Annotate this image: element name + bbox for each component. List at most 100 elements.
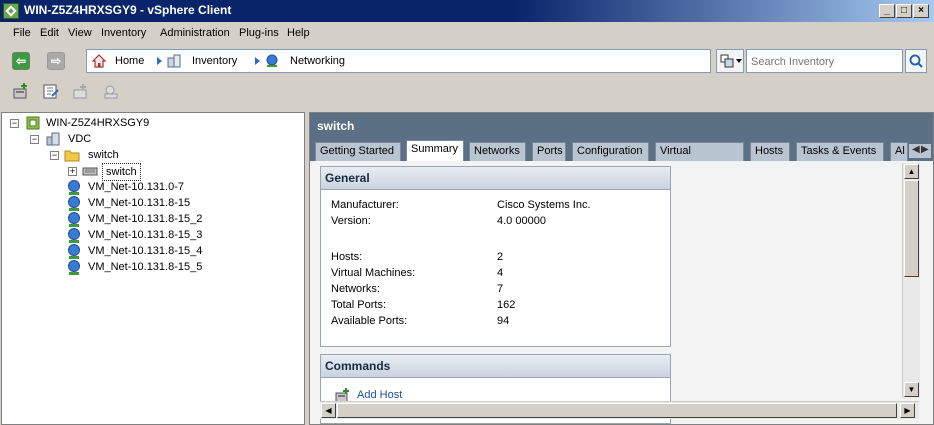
- networking-icon: [265, 54, 279, 68]
- available-ports-label: Available Ports:: [331, 315, 408, 327]
- menu-bar: File Edit View Inventory Administration …: [0, 22, 934, 44]
- tab-ports[interactable]: Ports: [532, 142, 566, 161]
- hosts-label: Hosts:: [331, 251, 363, 263]
- detail-title: switch: [317, 119, 355, 133]
- version-value: 4.0 00000: [497, 215, 546, 227]
- tree-label-network: VM_Net-10.131.8-15_2: [88, 213, 203, 225]
- network-icon: [68, 244, 80, 259]
- total-ports-value: 162: [497, 299, 516, 311]
- remove-disabled-icon: [104, 85, 118, 99]
- tree-label-network: VM_Net-10.131.8-15_5: [88, 261, 203, 273]
- tab-virtual-machines[interactable]: Virtual Machines: [655, 142, 744, 174]
- general-panel: General Manufacturer: Cisco Systems Inc.…: [320, 166, 671, 347]
- tab-scroll-arrows[interactable]: ◀ ▶: [909, 144, 931, 158]
- inventory-scope-icon: [720, 54, 734, 68]
- search-scope-dropdown[interactable]: [716, 49, 744, 73]
- minimize-button[interactable]: _: [879, 4, 895, 18]
- virtual-machines-label: Virtual Machines:: [331, 267, 416, 279]
- distributed-switch-icon: [82, 165, 98, 179]
- network-icon: [68, 180, 80, 195]
- tree-label-datacenter: VDC: [68, 133, 92, 145]
- tree-label-root: WIN-Z5Z4HRXSGY9: [46, 117, 150, 129]
- tree-label-network: VM_Net-10.131.8-15_3: [88, 229, 203, 241]
- scroll-left-icon[interactable]: ◀: [321, 403, 336, 418]
- detail-panel: switch Getting Started Summary Networks …: [309, 112, 934, 425]
- inventory-tree: − WIN-Z5Z4HRXSGY9 − VDC − switch + switc…: [1, 112, 305, 425]
- add-host-icon: [13, 83, 27, 99]
- scroll-up-icon[interactable]: ▲: [904, 164, 919, 179]
- home-icon: [91, 54, 107, 68]
- menu-inventory[interactable]: Inventory: [101, 27, 146, 39]
- edit-settings-toolbar-button[interactable]: [42, 82, 60, 100]
- search-button[interactable]: [905, 49, 927, 73]
- maximize-button[interactable]: □: [896, 4, 912, 18]
- breadcrumb: Home Inventory Networking: [86, 49, 711, 73]
- breadcrumb-arrow-icon: [255, 57, 260, 65]
- add-host-toolbar-button[interactable]: [12, 82, 30, 100]
- search-input[interactable]: [749, 53, 903, 71]
- chevron-left-icon[interactable]: ◀: [912, 144, 920, 155]
- menu-help[interactable]: Help: [287, 27, 310, 39]
- commands-heading: Commands: [321, 355, 670, 378]
- scroll-right-icon[interactable]: ▶: [900, 403, 915, 418]
- inventory-icon: [167, 54, 181, 68]
- window-title: WIN-Z5Z4HRXSGY9 - vSphere Client: [24, 3, 232, 17]
- tab-strip: Getting Started Summary Networks Ports C…: [310, 139, 933, 174]
- menu-administration[interactable]: Administration: [160, 27, 230, 39]
- detail-header: switch: [310, 113, 933, 139]
- collapse-icon[interactable]: −: [50, 151, 59, 160]
- search-box: [746, 49, 903, 73]
- network-icon: [68, 196, 80, 211]
- available-ports-value: 94: [497, 315, 510, 327]
- hosts-value: 2: [497, 251, 504, 263]
- edit-settings-icon: [43, 84, 59, 99]
- breadcrumb-networking[interactable]: Networking: [290, 55, 345, 67]
- add-item-toolbar-button: [72, 82, 90, 100]
- tab-tasks-events[interactable]: Tasks & Events: [796, 142, 884, 161]
- breadcrumb-inventory[interactable]: Inventory: [192, 55, 237, 67]
- forward-button[interactable]: ⇨: [47, 52, 65, 70]
- back-button[interactable]: ⇦: [12, 52, 30, 70]
- vcenter-server-icon: [26, 116, 40, 130]
- chevron-down-icon: [736, 59, 742, 63]
- vertical-scrollbar[interactable]: ▲ ▼: [902, 163, 920, 398]
- expand-icon[interactable]: +: [68, 167, 77, 176]
- total-ports-label: Total Ports:: [331, 299, 387, 311]
- add-host-command-link[interactable]: Add Host: [357, 389, 402, 401]
- tree-label-network: VM_Net-10.131.0-7: [88, 181, 184, 193]
- menu-file[interactable]: File: [13, 27, 31, 39]
- collapse-icon[interactable]: −: [30, 135, 39, 144]
- tree-label-network: VM_Net-10.131.8-15: [88, 197, 191, 209]
- menu-edit[interactable]: Edit: [40, 27, 59, 39]
- manufacturer-value: Cisco Systems Inc.: [497, 199, 591, 211]
- chevron-right-icon[interactable]: ▶: [921, 144, 929, 155]
- tab-getting-started[interactable]: Getting Started: [315, 142, 401, 161]
- tree-label-network: VM_Net-10.131.8-15_4: [88, 245, 203, 257]
- collapse-icon[interactable]: −: [10, 119, 19, 128]
- search-icon: [909, 54, 923, 68]
- tab-configuration[interactable]: Configuration: [572, 142, 649, 161]
- close-button[interactable]: ×: [913, 4, 929, 18]
- vertical-scroll-thumb[interactable]: [904, 180, 919, 277]
- network-icon: [68, 212, 80, 227]
- tab-alarms[interactable]: Al: [890, 142, 908, 161]
- general-heading: General: [321, 167, 670, 190]
- virtual-machines-value: 4: [497, 267, 504, 279]
- breadcrumb-home[interactable]: Home: [115, 55, 144, 67]
- horizontal-scrollbar[interactable]: ◀ ▶: [320, 401, 919, 419]
- remove-item-toolbar-button: [102, 82, 120, 100]
- tree-label-folder: switch: [88, 149, 119, 161]
- network-icon: [68, 228, 80, 243]
- horizontal-scroll-thumb[interactable]: [337, 403, 897, 418]
- breadcrumb-arrow-icon: [157, 57, 162, 65]
- summary-content: General Manufacturer: Cisco Systems Inc.…: [310, 161, 933, 424]
- menu-view[interactable]: View: [68, 27, 92, 39]
- tab-hosts[interactable]: Hosts: [750, 142, 790, 161]
- vsphere-app-icon: [3, 3, 19, 19]
- scroll-down-icon[interactable]: ▼: [904, 382, 919, 397]
- tab-networks[interactable]: Networks: [469, 142, 526, 161]
- version-label: Version:: [331, 215, 371, 227]
- tab-summary[interactable]: Summary: [406, 140, 464, 161]
- networks-label: Networks:: [331, 283, 380, 295]
- menu-plugins[interactable]: Plug-ins: [239, 27, 279, 39]
